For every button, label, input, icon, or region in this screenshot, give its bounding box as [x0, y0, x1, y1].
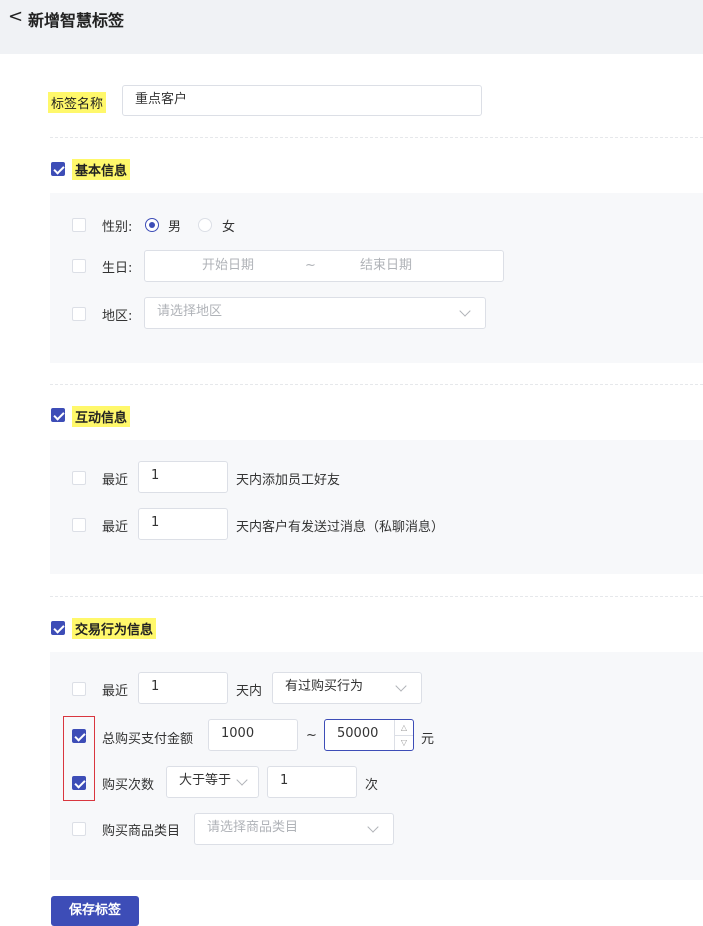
female-label: 女 [222, 220, 236, 235]
purchase-count-input[interactable]: 1 [267, 766, 357, 798]
female-radio[interactable] [198, 218, 212, 232]
recent-message-days-input[interactable]: 1 [138, 508, 228, 540]
transaction-info-checkbox[interactable] [51, 621, 65, 635]
purchase-behavior-select[interactable]: 有过购买行为 [272, 672, 422, 704]
purchase-count-unit: 次 [365, 778, 379, 793]
stepper-down-icon[interactable]: ▽ [395, 735, 413, 750]
recent-message-suffix: 天内客户有发送过消息（私聊消息） [236, 520, 445, 535]
chevron-down-icon [395, 680, 407, 692]
gender-label: 性别: [102, 220, 133, 235]
divider [50, 596, 703, 597]
purchase-behavior-value: 有过购买行为 [285, 679, 364, 694]
recent-message-checkbox[interactable] [72, 518, 86, 532]
chevron-down-icon [236, 774, 248, 786]
save-tag-button[interactable]: 保存标签 [51, 896, 139, 926]
category-select[interactable]: 请选择商品类目 [194, 813, 394, 845]
amount-range-separator: ~ [306, 728, 317, 743]
region-checkbox[interactable] [72, 307, 86, 321]
male-radio[interactable] [145, 218, 159, 232]
interaction-info-title: 互动信息 [72, 406, 131, 427]
number-stepper[interactable]: △ ▽ [394, 720, 413, 750]
amount-unit: 元 [421, 732, 435, 747]
divider [50, 384, 703, 385]
count-operator-select[interactable]: 大于等于 [166, 766, 259, 798]
back-icon[interactable]: < [8, 6, 23, 27]
recent-purchase-mid: 天内 [236, 684, 263, 699]
recent-message-prefix: 最近 [102, 520, 129, 535]
amount-max-value: 50000 [337, 726, 379, 741]
basic-info-checkbox[interactable] [51, 162, 65, 176]
tag-name-input[interactable]: 重点客户 [122, 85, 482, 116]
recent-purchase-prefix: 最近 [102, 684, 129, 699]
chevron-down-icon [367, 821, 379, 833]
total-amount-checkbox[interactable] [72, 729, 86, 743]
divider [50, 137, 703, 138]
start-date-placeholder[interactable]: 开始日期 [202, 252, 254, 280]
transaction-info-title: 交易行为信息 [72, 618, 157, 639]
birthday-checkbox[interactable] [72, 259, 86, 273]
recent-friend-days-input[interactable]: 1 [138, 461, 228, 493]
count-operator-value: 大于等于 [179, 773, 232, 788]
recent-purchase-checkbox[interactable] [72, 682, 86, 696]
region-placeholder: 请选择地区 [157, 304, 223, 319]
birthday-label: 生日: [102, 261, 133, 276]
category-label: 购买商品类目 [102, 824, 181, 839]
amount-min-input[interactable]: 1000 [208, 719, 298, 751]
region-select[interactable]: 请选择地区 [144, 297, 486, 329]
basic-info-title: 基本信息 [72, 159, 131, 180]
chevron-down-icon [459, 305, 471, 317]
recent-friend-prefix: 最近 [102, 473, 129, 488]
recent-purchase-days-input[interactable]: 1 [138, 672, 228, 704]
category-placeholder: 请选择商品类目 [207, 820, 299, 835]
purchase-count-checkbox[interactable] [72, 776, 86, 790]
male-label: 男 [168, 220, 182, 235]
purchase-count-label: 购买次数 [102, 778, 155, 793]
end-date-placeholder[interactable]: 结束日期 [360, 252, 412, 280]
interaction-info-checkbox[interactable] [51, 408, 65, 422]
recent-friend-checkbox[interactable] [72, 471, 86, 485]
top-bar: < 新增智慧标签 [0, 0, 703, 54]
birthday-range-picker[interactable]: 开始日期 ~ 结束日期 [144, 250, 504, 282]
amount-max-input[interactable]: 50000 △ ▽ [324, 719, 414, 751]
stepper-up-icon[interactable]: △ [395, 721, 413, 735]
recent-friend-suffix: 天内添加员工好友 [236, 473, 341, 488]
tag-name-label: 标签名称 [48, 92, 107, 113]
category-checkbox[interactable] [72, 822, 86, 836]
date-range-separator: ~ [305, 258, 316, 273]
gender-checkbox[interactable] [72, 218, 86, 232]
total-amount-label: 总购买支付金额 [102, 732, 194, 747]
page-title: 新增智慧标签 [28, 11, 125, 30]
region-label: 地区: [102, 309, 133, 324]
